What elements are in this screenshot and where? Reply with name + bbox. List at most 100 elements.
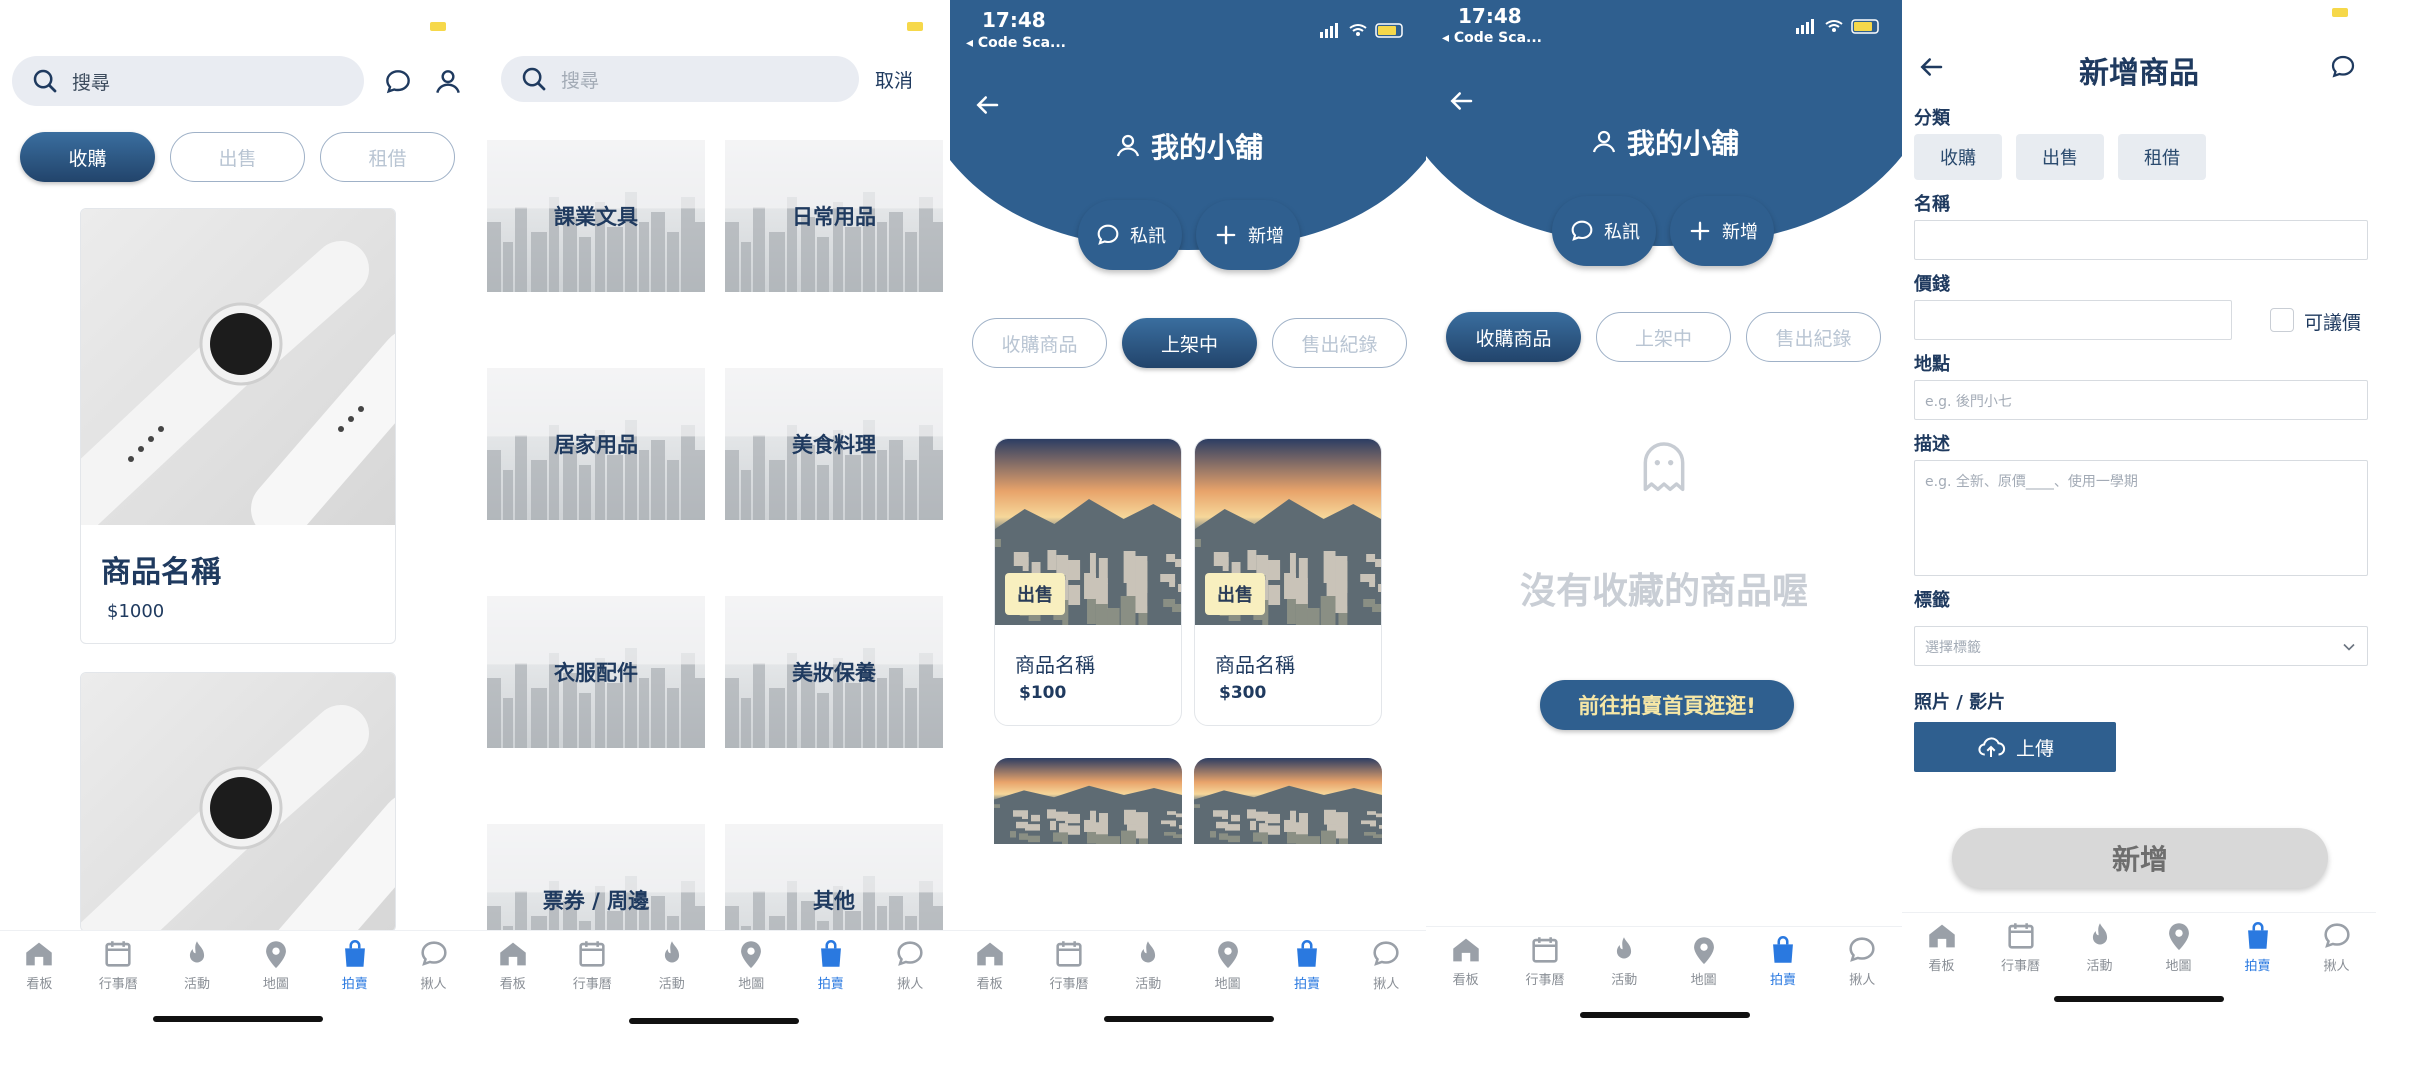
category-tile[interactable]: 美食料理 [725, 368, 943, 520]
nav-item-calendar[interactable]: 行事曆 [1513, 933, 1577, 988]
nav-item-chat[interactable]: 揪人 [402, 937, 466, 992]
nav-label: 揪人 [420, 977, 447, 992]
nav-item-home[interactable]: 看板 [1434, 933, 1498, 988]
nav-item-map-pin[interactable]: 地圖 [719, 937, 783, 992]
back-to-app[interactable]: ◂ Code Sca... [966, 35, 1066, 51]
nav-item-fire[interactable]: 活動 [1592, 933, 1656, 988]
message-button[interactable]: 私訊 [1552, 196, 1656, 266]
price-field[interactable] [1914, 300, 2232, 340]
tab-sold-history[interactable]: 售出紀錄 [1746, 312, 1881, 362]
nav-item-home[interactable]: 看板 [7, 937, 71, 992]
home-indicator [153, 1016, 323, 1022]
nav-item-calendar[interactable]: 行事曆 [1989, 919, 2053, 974]
nav-item-home[interactable]: 看板 [1910, 919, 1974, 974]
back-to-app[interactable]: ◂ Code Sca... [1442, 30, 1542, 46]
bottom-nav: 看板 行事曆 活動 地圖 拍賣 揪人 [473, 930, 950, 1010]
cancel-button[interactable]: 取消 [875, 66, 913, 93]
nav-label: 揪人 [1373, 977, 1400, 992]
nav-item-calendar[interactable]: 行事曆 [1037, 937, 1101, 992]
nav-item-calendar[interactable]: 行事曆 [86, 937, 150, 992]
nav-item-fire[interactable]: 活動 [1116, 937, 1180, 992]
tab-buy[interactable]: 收購 [20, 132, 155, 182]
browse-marketplace-button[interactable]: 前往拍賣首頁逛逛! [1540, 680, 1794, 730]
shopping-bag-icon [2247, 921, 2268, 949]
nav-item-shopping-bag[interactable]: 拍賣 [2226, 919, 2290, 974]
nav-item-home[interactable]: 看板 [958, 937, 1022, 992]
home-icon [1452, 938, 1479, 962]
chat-icon[interactable] [2328, 52, 2358, 82]
category-buy[interactable]: 收購 [1914, 134, 2002, 180]
user-icon[interactable] [432, 66, 464, 98]
message-button[interactable]: 私訊 [1078, 200, 1182, 270]
nav-item-map-pin[interactable]: 地圖 [1672, 933, 1736, 988]
nav-label: 行事曆 [1525, 973, 1565, 988]
search-bar[interactable]: 搜尋 [12, 56, 364, 106]
nav-item-map-pin[interactable]: 地圖 [1196, 937, 1260, 992]
nav-item-home[interactable]: 看板 [481, 937, 545, 992]
nav-item-map-pin[interactable]: 地圖 [244, 937, 308, 992]
tab-sell[interactable]: 出售 [170, 132, 305, 182]
search-input[interactable]: 搜尋 [561, 66, 599, 93]
nav-item-shopping-bag[interactable]: 拍賣 [323, 937, 387, 992]
tags-select[interactable]: 選擇標籤 [1914, 626, 2368, 666]
nav-item-chat[interactable]: 揪人 [1354, 937, 1418, 992]
add-button[interactable]: 新增 [1670, 196, 1774, 266]
location-label: 地點 [1914, 354, 1950, 375]
category-sell[interactable]: 出售 [2016, 134, 2104, 180]
tab-purchase-items[interactable]: 收購商品 [1446, 312, 1581, 362]
negotiable-checkbox[interactable] [2270, 308, 2294, 332]
upload-button[interactable]: 上傳 [1914, 722, 2116, 772]
category-tile[interactable]: 衣服配件 [487, 596, 705, 748]
bottom-nav: 看板 行事曆 活動 地圖 拍賣 揪人 [0, 930, 473, 1010]
description-field[interactable]: e.g. 全新、原價____、使用一學期 [1914, 460, 2368, 576]
nav-item-chat[interactable]: 揪人 [1830, 933, 1894, 988]
tab-sold-history[interactable]: 售出紀錄 [1272, 318, 1407, 368]
watch-illustration [81, 241, 395, 539]
listing-card[interactable]: 出售 商品名稱 $300 [1194, 438, 1382, 726]
chat-icon[interactable] [382, 66, 414, 98]
add-button[interactable]: 新增 [1196, 200, 1300, 270]
name-field[interactable] [1914, 220, 2368, 260]
nav-item-chat[interactable]: 揪人 [878, 937, 942, 992]
plus-icon [1216, 225, 1236, 245]
search-input[interactable]: 搜尋 [72, 68, 110, 95]
nav-item-fire[interactable]: 活動 [2068, 919, 2132, 974]
category-rent[interactable]: 租借 [2118, 134, 2206, 180]
submit-button[interactable]: 新增 [1952, 828, 2328, 888]
category-label: 日常用品 [792, 205, 876, 229]
home-indicator [2054, 996, 2224, 1002]
nav-item-map-pin[interactable]: 地圖 [2147, 919, 2211, 974]
tab-rent[interactable]: 租借 [320, 132, 455, 182]
tab-on-shelf[interactable]: 上架中 [1596, 312, 1731, 362]
search-bar[interactable]: 搜尋 [501, 56, 859, 102]
nav-item-shopping-bag[interactable]: 拍賣 [799, 937, 863, 992]
page-title: 我的小舖 [1426, 122, 1902, 162]
tab-purchase-items[interactable]: 收購商品 [972, 318, 1107, 368]
nav-label: 地圖 [2165, 959, 2192, 974]
nav-item-shopping-bag[interactable]: 拍賣 [1751, 933, 1815, 988]
nav-item-fire[interactable]: 活動 [640, 937, 704, 992]
category-tile[interactable]: 美妝保養 [725, 596, 943, 748]
category-label: 衣服配件 [554, 661, 638, 685]
screens-canvas: 搜尋 收購 出售 租借 商品名稱 $1000 看板 行事曆 活動 地圖 拍賣 揪… [0, 0, 2436, 1084]
category-label: 美食料理 [792, 433, 876, 457]
nav-label: 活動 [2086, 959, 2113, 974]
fire-icon [1617, 937, 1632, 959]
tab-on-shelf[interactable]: 上架中 [1122, 318, 1257, 368]
location-field[interactable]: e.g. 後門小七 [1914, 380, 2368, 420]
listing-card[interactable]: 出售 商品名稱 $100 [994, 438, 1182, 726]
category-label: 課業文具 [554, 205, 638, 229]
back-arrow-icon[interactable] [1446, 86, 1476, 116]
product-card[interactable] [80, 672, 396, 932]
nav-item-chat[interactable]: 揪人 [2305, 919, 2369, 974]
chat-icon [1571, 220, 1593, 241]
category-tile[interactable]: 居家用品 [487, 368, 705, 520]
nav-item-fire[interactable]: 活動 [165, 937, 229, 992]
nav-item-shopping-bag[interactable]: 拍賣 [1275, 937, 1339, 992]
category-tile[interactable]: 日常用品 [725, 140, 943, 292]
back-arrow-icon[interactable] [972, 90, 1002, 120]
category-tile[interactable]: 課業文具 [487, 140, 705, 292]
nav-item-calendar[interactable]: 行事曆 [560, 937, 624, 992]
home-indicator [1580, 1012, 1750, 1018]
product-card[interactable]: 商品名稱 $1000 [80, 208, 396, 644]
